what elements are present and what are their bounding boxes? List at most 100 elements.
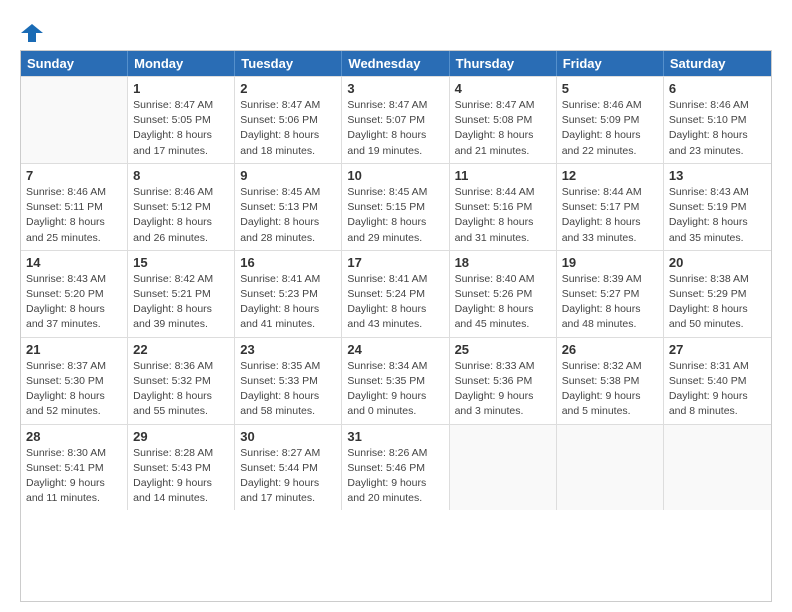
day-info: Sunrise: 8:35 AMSunset: 5:33 PMDaylight:… (240, 359, 336, 420)
cal-day-22: 22 Sunrise: 8:36 AMSunset: 5:32 PMDayligh… (128, 338, 235, 424)
day-number: 20 (669, 255, 766, 270)
day-info: Sunrise: 8:37 AMSunset: 5:30 PMDaylight:… (26, 359, 122, 420)
cal-day-24: 24 Sunrise: 8:34 AMSunset: 5:35 PMDayligh… (342, 338, 449, 424)
calendar-body: 1Sunrise: 8:47 AMSunset: 5:05 PMDaylight… (21, 76, 771, 510)
cal-day-15: 15 Sunrise: 8:42 AMSunset: 5:21 PMDayligh… (128, 251, 235, 337)
day-info: Sunrise: 8:47 AMSunset: 5:06 PMDaylight:… (240, 98, 336, 159)
day-info: Sunrise: 8:46 AMSunset: 5:09 PMDaylight:… (562, 98, 658, 159)
cal-day-11: 11 Sunrise: 8:44 AMSunset: 5:16 PMDayligh… (450, 164, 557, 250)
day-info: Sunrise: 8:33 AMSunset: 5:36 PMDaylight:… (455, 359, 551, 420)
logo-text (20, 20, 44, 42)
cal-day-13: 13 Sunrise: 8:43 AMSunset: 5:19 PMDayligh… (664, 164, 771, 250)
cal-day-7: 7 Sunrise: 8:46 AMSunset: 5:11 PMDaylight… (21, 164, 128, 250)
cal-header-wednesday: Wednesday (342, 51, 449, 76)
cal-day-1: 1Sunrise: 8:47 AMSunset: 5:05 PMDaylight… (128, 77, 235, 163)
cal-week-5: 28Sunrise: 8:30 AMSunset: 5:41 PMDayligh… (21, 424, 771, 511)
cal-day-18: 18Sunrise: 8:40 AMSunset: 5:26 PMDayligh… (450, 251, 557, 337)
day-info: Sunrise: 8:45 AMSunset: 5:13 PMDaylight:… (240, 185, 336, 246)
cal-header-thursday: Thursday (450, 51, 557, 76)
calendar: SundayMondayTuesdayWednesdayThursdayFrid… (20, 50, 772, 602)
logo (20, 20, 44, 42)
day-number: 18 (455, 255, 551, 270)
cal-header-monday: Monday (128, 51, 235, 76)
cal-day-16: 16 Sunrise: 8:41 AMSunset: 5:23 PMDayligh… (235, 251, 342, 337)
day-info: Sunrise: 8:43 AMSunset: 5:19 PMDaylight:… (669, 185, 766, 246)
cal-day-empty (450, 425, 557, 511)
day-info: Sunrise: 8:34 AMSunset: 5:35 PMDaylight:… (347, 359, 443, 420)
cal-day-3: 3 Sunrise: 8:47 AMSunset: 5:07 PMDaylight… (342, 77, 449, 163)
day-number: 31 (347, 429, 443, 444)
day-info: Sunrise: 8:41 AMSunset: 5:23 PMDaylight:… (240, 272, 336, 333)
day-info: Sunrise: 8:39 AMSunset: 5:27 PMDaylight:… (562, 272, 658, 333)
cal-day-14: 14 Sunrise: 8:43 AMSunset: 5:20 PMDayligh… (21, 251, 128, 337)
day-number: 9 (240, 168, 336, 183)
cal-day-9: 9 Sunrise: 8:45 AMSunset: 5:13 PMDaylight… (235, 164, 342, 250)
day-number: 8 (133, 168, 229, 183)
day-number: 1 (133, 81, 229, 96)
day-number: 29 (133, 429, 229, 444)
cal-day-empty (557, 425, 664, 511)
day-number: 21 (26, 342, 122, 357)
cal-day-23: 23Sunrise: 8:35 AMSunset: 5:33 PMDayligh… (235, 338, 342, 424)
day-number: 7 (26, 168, 122, 183)
day-info: Sunrise: 8:44 AMSunset: 5:16 PMDaylight:… (455, 185, 551, 246)
day-info: Sunrise: 8:42 AMSunset: 5:21 PMDaylight:… (133, 272, 229, 333)
day-info: Sunrise: 8:47 AMSunset: 5:07 PMDaylight:… (347, 98, 443, 159)
cal-day-2: 2 Sunrise: 8:47 AMSunset: 5:06 PMDaylight… (235, 77, 342, 163)
cal-day-5: 5 Sunrise: 8:46 AMSunset: 5:09 PMDaylight… (557, 77, 664, 163)
day-number: 24 (347, 342, 443, 357)
cal-day-19: 19 Sunrise: 8:39 AMSunset: 5:27 PMDayligh… (557, 251, 664, 337)
day-number: 22 (133, 342, 229, 357)
cal-header-sunday: Sunday (21, 51, 128, 76)
day-number: 30 (240, 429, 336, 444)
logo-icon (21, 22, 43, 44)
day-number: 19 (562, 255, 658, 270)
day-number: 4 (455, 81, 551, 96)
cal-day-6: 6Sunrise: 8:46 AMSunset: 5:10 PMDaylight… (664, 77, 771, 163)
cal-header-friday: Friday (557, 51, 664, 76)
day-info: Sunrise: 8:43 AMSunset: 5:20 PMDaylight:… (26, 272, 122, 333)
cal-day-26: 26Sunrise: 8:32 AMSunset: 5:38 PMDayligh… (557, 338, 664, 424)
day-number: 11 (455, 168, 551, 183)
cal-day-empty (21, 77, 128, 163)
day-info: Sunrise: 8:31 AMSunset: 5:40 PMDaylight:… (669, 359, 766, 420)
day-number: 16 (240, 255, 336, 270)
cal-day-17: 17 Sunrise: 8:41 AMSunset: 5:24 PMDayligh… (342, 251, 449, 337)
day-number: 14 (26, 255, 122, 270)
day-number: 10 (347, 168, 443, 183)
day-info: Sunrise: 8:46 AMSunset: 5:12 PMDaylight:… (133, 185, 229, 246)
day-number: 15 (133, 255, 229, 270)
day-number: 5 (562, 81, 658, 96)
cal-day-25: 25 Sunrise: 8:33 AMSunset: 5:36 PMDayligh… (450, 338, 557, 424)
page: SundayMondayTuesdayWednesdayThursdayFrid… (0, 0, 792, 612)
cal-day-21: 21 Sunrise: 8:37 AMSunset: 5:30 PMDayligh… (21, 338, 128, 424)
cal-day-8: 8 Sunrise: 8:46 AMSunset: 5:12 PMDaylight… (128, 164, 235, 250)
cal-day-31: 31 Sunrise: 8:26 AMSunset: 5:46 PMDayligh… (342, 425, 449, 511)
cal-week-1: 1Sunrise: 8:47 AMSunset: 5:05 PMDaylight… (21, 76, 771, 163)
day-info: Sunrise: 8:30 AMSunset: 5:41 PMDaylight:… (26, 446, 122, 507)
day-info: Sunrise: 8:27 AMSunset: 5:44 PMDaylight:… (240, 446, 336, 507)
day-info: Sunrise: 8:44 AMSunset: 5:17 PMDaylight:… (562, 185, 658, 246)
cal-day-10: 10Sunrise: 8:45 AMSunset: 5:15 PMDayligh… (342, 164, 449, 250)
day-info: Sunrise: 8:46 AMSunset: 5:10 PMDaylight:… (669, 98, 766, 159)
cal-day-empty (664, 425, 771, 511)
day-number: 25 (455, 342, 551, 357)
day-info: Sunrise: 8:38 AMSunset: 5:29 PMDaylight:… (669, 272, 766, 333)
day-info: Sunrise: 8:41 AMSunset: 5:24 PMDaylight:… (347, 272, 443, 333)
day-number: 26 (562, 342, 658, 357)
day-number: 12 (562, 168, 658, 183)
cal-day-12: 12 Sunrise: 8:44 AMSunset: 5:17 PMDayligh… (557, 164, 664, 250)
day-number: 2 (240, 81, 336, 96)
day-number: 27 (669, 342, 766, 357)
day-info: Sunrise: 8:36 AMSunset: 5:32 PMDaylight:… (133, 359, 229, 420)
cal-day-27: 27 Sunrise: 8:31 AMSunset: 5:40 PMDayligh… (664, 338, 771, 424)
cal-day-20: 20 Sunrise: 8:38 AMSunset: 5:29 PMDayligh… (664, 251, 771, 337)
day-info: Sunrise: 8:47 AMSunset: 5:08 PMDaylight:… (455, 98, 551, 159)
day-number: 3 (347, 81, 443, 96)
cal-day-28: 28Sunrise: 8:30 AMSunset: 5:41 PMDayligh… (21, 425, 128, 511)
day-info: Sunrise: 8:46 AMSunset: 5:11 PMDaylight:… (26, 185, 122, 246)
day-number: 13 (669, 168, 766, 183)
cal-header-tuesday: Tuesday (235, 51, 342, 76)
day-number: 17 (347, 255, 443, 270)
day-info: Sunrise: 8:26 AMSunset: 5:46 PMDaylight:… (347, 446, 443, 507)
